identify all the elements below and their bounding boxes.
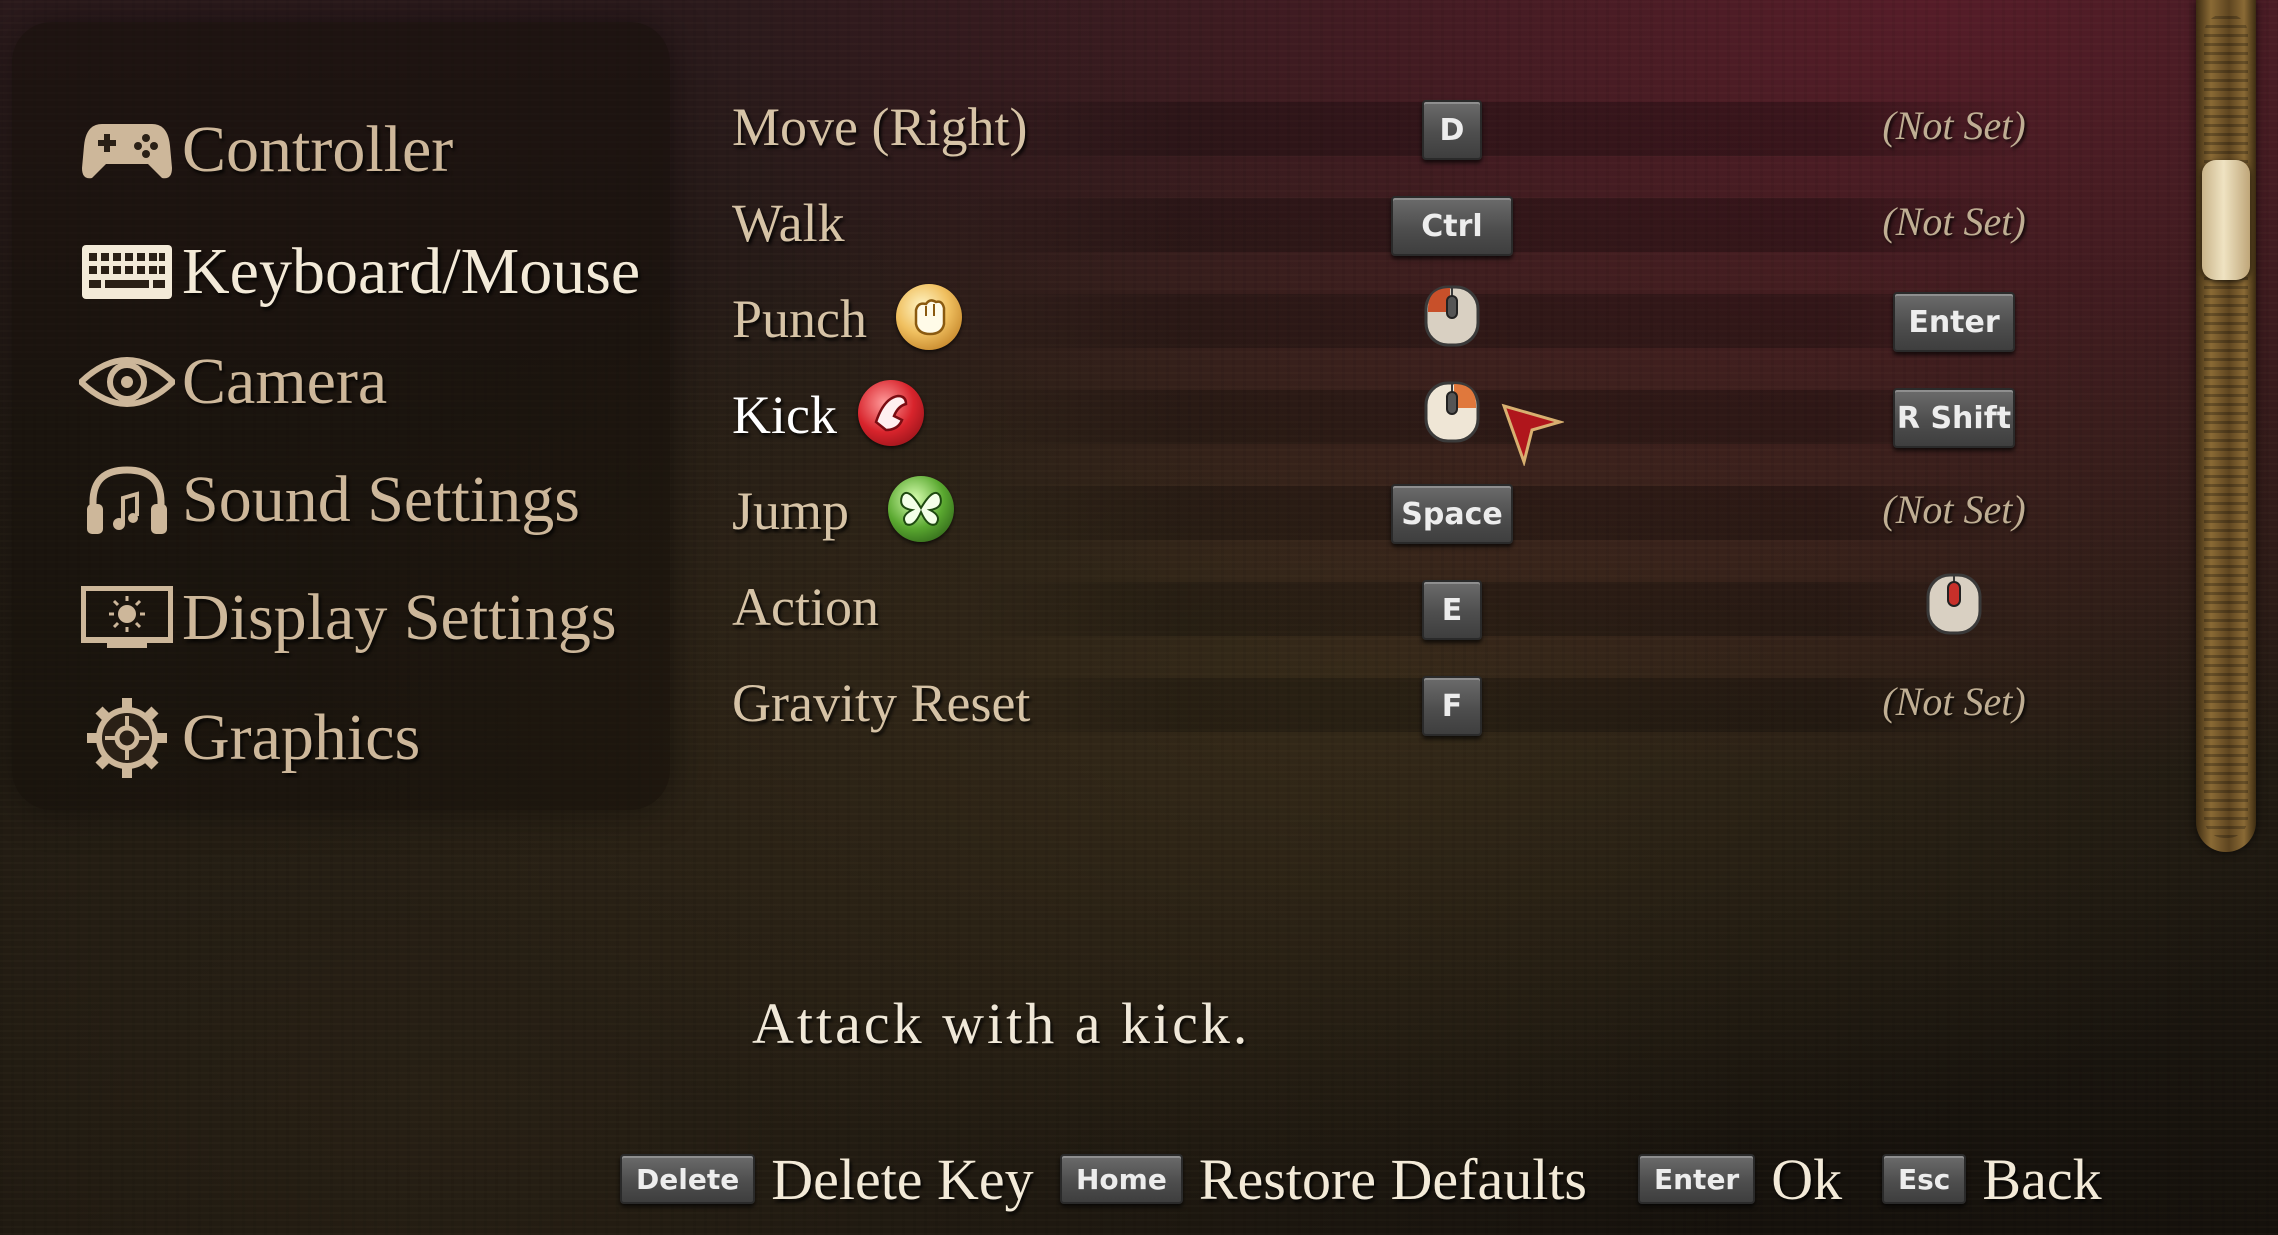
- footer-label: Restore Defaults: [1198, 1146, 1588, 1212]
- secondary-key[interactable]: (Not Set): [1882, 102, 2025, 149]
- nav-item-display-settings[interactable]: Display Settings: [12, 568, 662, 668]
- action-label: Kick: [732, 385, 837, 445]
- footer-label: Back: [1982, 1146, 2102, 1212]
- secondary-key[interactable]: R Shift: [1893, 388, 2015, 448]
- row-background: [960, 678, 2040, 732]
- headphones-icon: [72, 455, 182, 545]
- binding-row-move-right[interactable]: Move (Right) D (Not Set): [720, 84, 2040, 174]
- action-label: Jump: [732, 481, 850, 541]
- gear-icon: [72, 693, 182, 783]
- nav-label: Controller: [182, 113, 454, 186]
- settings-category-sidebar: Controller Keyboard/Mouse Camera Sound S…: [12, 22, 670, 810]
- esc-keycap: Esc: [1882, 1154, 1967, 1204]
- nav-label: Keyboard/Mouse: [182, 235, 641, 308]
- enter-keycap: Enter: [1638, 1154, 1756, 1204]
- binding-row-punch[interactable]: Punch Enter: [720, 276, 2040, 366]
- action-label: Gravity Reset: [732, 673, 1031, 733]
- nav-item-controller[interactable]: Controller: [12, 100, 662, 200]
- kick-icon: [858, 380, 924, 446]
- delete-key-hint[interactable]: Delete Delete Key: [620, 1146, 1034, 1212]
- secondary-key[interactable]: (Not Set): [1882, 198, 2025, 245]
- action-label: Move (Right): [732, 97, 1028, 157]
- nav-label: Display Settings: [182, 581, 617, 654]
- left-mouse-button-icon[interactable]: [1423, 284, 1481, 353]
- nav-item-keyboard-mouse[interactable]: Keyboard/Mouse: [12, 222, 662, 322]
- binding-row-kick[interactable]: Kick R Shift: [720, 372, 2040, 468]
- nav-item-camera[interactable]: Camera: [12, 332, 662, 432]
- primary-key[interactable]: F: [1422, 676, 1482, 736]
- scrollbar-thumb[interactable]: [2202, 160, 2250, 280]
- home-keycap: Home: [1060, 1154, 1183, 1204]
- restore-defaults-hint[interactable]: Home Restore Defaults: [1060, 1146, 1588, 1212]
- action-label: Walk: [732, 193, 845, 253]
- binding-row-walk[interactable]: Walk Ctrl (Not Set): [720, 180, 2040, 270]
- primary-key[interactable]: E: [1422, 580, 1482, 640]
- secondary-key[interactable]: Enter: [1893, 292, 2015, 352]
- footer-label: Ok: [1771, 1146, 1843, 1212]
- scrollbar-track[interactable]: [2196, 0, 2256, 852]
- nav-item-sound-settings[interactable]: Sound Settings: [12, 450, 662, 550]
- nav-label: Sound Settings: [182, 463, 580, 536]
- butterfly-icon: [888, 476, 954, 542]
- secondary-key[interactable]: (Not Set): [1882, 486, 2025, 533]
- footer-label: Delete Key: [771, 1146, 1034, 1212]
- pointer-cursor-icon: [1500, 402, 1566, 471]
- action-label: Punch: [732, 289, 867, 349]
- primary-key[interactable]: Ctrl: [1391, 196, 1513, 256]
- binding-row-jump[interactable]: Jump Space (Not Set): [720, 468, 2040, 558]
- binding-row-gravity-reset[interactable]: Gravity Reset F (Not Set): [720, 660, 2040, 750]
- row-background: [960, 294, 2040, 348]
- fist-icon: [896, 284, 962, 350]
- eye-icon: [72, 337, 182, 427]
- secondary-key[interactable]: (Not Set): [1882, 678, 2025, 725]
- right-mouse-button-icon[interactable]: [1423, 380, 1481, 449]
- primary-key[interactable]: Space: [1391, 484, 1513, 544]
- nav-label: Camera: [182, 345, 388, 418]
- row-background: [960, 582, 2040, 636]
- row-background: [960, 102, 2040, 156]
- delete-keycap: Delete: [620, 1154, 756, 1204]
- middle-mouse-button-icon[interactable]: [1925, 572, 1983, 641]
- gamepad-icon: [72, 105, 182, 195]
- nav-item-graphics[interactable]: Graphics: [12, 688, 662, 788]
- ok-hint[interactable]: Enter Ok: [1638, 1146, 1843, 1212]
- keyboard-icon: [72, 227, 182, 317]
- back-hint[interactable]: Esc Back: [1882, 1146, 2102, 1212]
- primary-key[interactable]: D: [1422, 100, 1482, 160]
- action-description: Attack with a kick.: [752, 991, 1251, 1056]
- monitor-icon: [72, 573, 182, 663]
- nav-label: Graphics: [182, 701, 421, 774]
- action-label: Action: [732, 577, 879, 637]
- binding-row-action[interactable]: Action E: [720, 564, 2040, 654]
